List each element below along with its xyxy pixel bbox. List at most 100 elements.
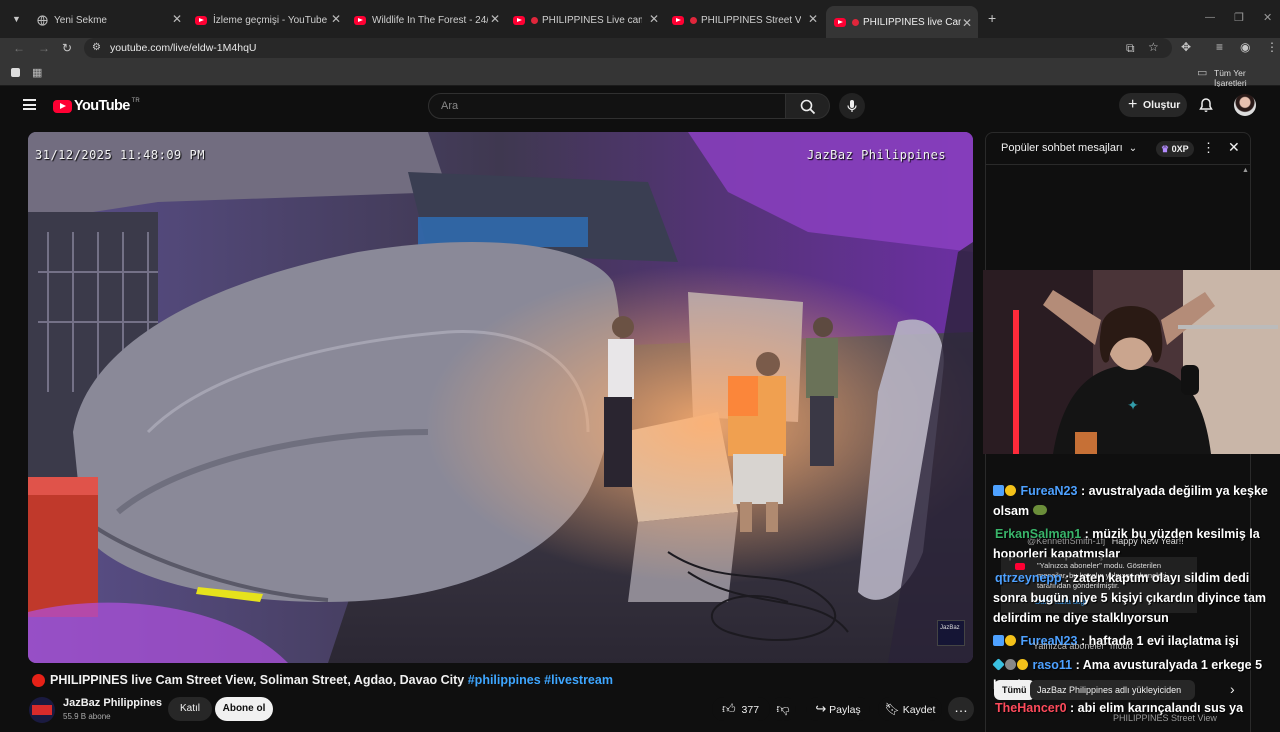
bookmark-star-icon[interactable]: ☆ <box>1148 41 1159 53</box>
tab-new-tab[interactable]: Yeni Sekme ✕ <box>36 8 182 32</box>
chat-author[interactable]: TheHancer0 <box>995 701 1067 715</box>
globe-icon <box>36 14 48 26</box>
site-info-icon[interactable]: ⚙ <box>92 38 101 58</box>
video-watermark: JazBaz Philippines <box>807 148 947 162</box>
chips-next-arrow-icon[interactable]: › <box>1230 681 1235 697</box>
tab-philippines-active[interactable]: PHILIPPINES live Cam Stree ✕ <box>826 6 978 38</box>
share-arrow-icon: ↪ <box>815 701 827 716</box>
more-actions-button[interactable]: … <box>948 697 974 721</box>
tab-label: PHILIPPINES Live camera Va <box>542 14 642 26</box>
address-bar[interactable]: ⚙ youtube.com/live/eldw-1M4hqU <box>84 38 1172 58</box>
tab-close-icon[interactable]: ✕ <box>962 16 972 30</box>
like-count: 377 <box>741 704 760 716</box>
tab-close-icon[interactable]: ✕ <box>331 12 341 26</box>
tab-history[interactable]: İzleme geçmişi - YouTube ✕ <box>195 8 341 32</box>
create-button[interactable]: + Oluştur <box>1119 93 1187 117</box>
back-arrow-icon[interactable]: ← <box>13 42 25 54</box>
browser-tab-strip: ▼ Yeni Sekme ✕ İzleme geçmişi - YouTube … <box>0 0 1280 38</box>
crown-icon: ♛ <box>1161 144 1170 154</box>
hamburger-menu-icon[interactable] <box>23 99 36 110</box>
recording-dot-icon <box>690 16 697 24</box>
video-timestamp: 31/12/2025 11:48:09 PM <box>35 148 205 162</box>
chat-close-icon[interactable]: ✕ <box>1228 139 1240 156</box>
region-code: TR <box>131 98 140 104</box>
tab-close-icon[interactable]: ✕ <box>649 12 659 26</box>
apps-square-icon[interactable] <box>11 68 20 77</box>
tab-close-icon[interactable]: ✕ <box>172 12 182 26</box>
media-controls-icon[interactable]: ≡ <box>1216 41 1223 53</box>
search-button[interactable] <box>786 93 830 119</box>
hashtag-link[interactable]: #livestream <box>544 673 613 687</box>
like-button[interactable]: 👍︎ 377 <box>712 697 770 721</box>
webcam-frame: ✦ <box>983 270 1280 454</box>
share-button[interactable]: ↪ Paylaş <box>806 697 870 721</box>
youtube-favicon-icon <box>354 15 366 25</box>
chat-mode-dropdown[interactable]: Popüler sohbet mesajları ⌄ <box>1001 142 1137 154</box>
tab-search-icon[interactable]: ▼ <box>12 13 21 25</box>
voice-search-button[interactable] <box>839 93 865 119</box>
minimize-icon[interactable]: — <box>1205 12 1215 24</box>
plus-icon: + <box>1128 96 1138 113</box>
video-player[interactable]: 31/12/2025 11:48:09 PM JazBaz Philippine… <box>28 132 973 663</box>
emote-icon <box>1032 505 1047 515</box>
scroll-up-arrow-icon[interactable]: ▲ <box>1242 167 1249 174</box>
window-close-icon[interactable]: ✕ <box>1263 12 1272 24</box>
recording-dot-icon <box>852 18 859 26</box>
chat-message: FureaN23 : avustralyada değilim ya keşke… <box>993 481 1277 521</box>
tab-label: İzleme geçmişi - YouTube <box>213 14 328 26</box>
tab-close-icon[interactable]: ✕ <box>808 12 818 26</box>
xp-badge[interactable]: ♛ 0XP <box>1156 141 1194 157</box>
svg-text:✦: ✦ <box>1127 398 1139 414</box>
forward-arrow-icon[interactable]: → <box>38 42 50 54</box>
tab-close-icon[interactable]: ✕ <box>490 12 500 26</box>
verified-badge-icon <box>993 635 1004 646</box>
tab-philippines-2[interactable]: PHILIPPINES Street View Liv ✕ <box>672 8 818 32</box>
chat-author[interactable]: qtrzeynepp <box>995 571 1062 585</box>
url-text: youtube.com/live/eldw-1M4hqU <box>110 42 257 54</box>
restore-icon[interactable]: ❐ <box>1234 12 1244 24</box>
live-indicator-icon <box>32 674 45 687</box>
tab-label: Wildlife In The Forest - 24/7 LIV <box>372 14 488 26</box>
youtube-favicon-icon <box>195 15 207 25</box>
chat-author[interactable]: FureaN23 <box>1020 484 1077 498</box>
bookmark-icon: 🔖︎ <box>884 702 900 716</box>
reload-icon[interactable]: ↻ <box>62 42 72 54</box>
bell-icon[interactable] <box>1198 97 1214 113</box>
join-button[interactable]: Katıl <box>168 697 212 721</box>
subscribe-button[interactable]: Abone ol <box>215 697 273 721</box>
tab-label: Yeni Sekme <box>54 14 107 26</box>
verified-badge-icon <box>993 485 1004 496</box>
sub-badge-icon <box>1017 659 1028 670</box>
search-input[interactable]: Ara <box>428 93 786 119</box>
channel-name[interactable]: JazBaz Philippines <box>63 697 162 709</box>
user-avatar[interactable] <box>1234 94 1256 116</box>
chat-author[interactable]: raso11 <box>1032 658 1072 672</box>
create-label: Oluştur <box>1143 99 1181 111</box>
chat-author[interactable]: ErkanSalman1 <box>995 527 1081 541</box>
channel-avatar[interactable] <box>29 697 55 723</box>
dislike-button[interactable]: 👎︎ <box>770 697 796 721</box>
install-app-icon[interactable]: ⧉ <box>1126 42 1135 54</box>
chat-menu-kebab-icon[interactable]: ⋮ <box>1202 140 1215 156</box>
all-bookmarks-link[interactable]: Tüm Yer İşaretleri <box>1214 68 1280 88</box>
channel-corner-logo: JazBaz <box>937 620 965 646</box>
chat-message: qtrzeynepp : zaten kaptım olayı sildim d… <box>993 568 1277 628</box>
menu-kebab-icon[interactable]: ⋮ <box>1266 41 1278 53</box>
profile-icon[interactable]: ◉ <box>1240 41 1250 53</box>
extensions-icon[interactable]: ✥ <box>1181 41 1191 53</box>
gem-badge-icon <box>992 658 1005 671</box>
chat-filter-chip-all[interactable]: Tümü <box>994 680 1035 700</box>
new-tab-plus-icon[interactable]: + <box>988 11 996 25</box>
microphone-icon <box>847 100 857 112</box>
thumbs-down-icon: 👎︎ <box>776 701 790 716</box>
thumbs-up-icon: 👍︎ <box>722 701 736 716</box>
save-button[interactable]: 🔖︎ Kaydet <box>878 697 942 721</box>
youtube-wordmark: YouTube <box>74 98 130 114</box>
tab-wildlife[interactable]: Wildlife In The Forest - 24/7 LIV ✕ <box>354 8 500 32</box>
youtube-logo[interactable]: YouTube TR <box>53 97 140 115</box>
apps-grid-icon[interactable]: ▦ <box>32 66 42 79</box>
hashtag-link[interactable]: #philippines <box>468 673 541 687</box>
bookmarks-bar: ▦ ▭ Tüm Yer İşaretleri <box>0 60 1280 88</box>
tab-philippines-1[interactable]: PHILIPPINES Live camera Va ✕ <box>513 8 659 32</box>
chat-filter-chip-uploader[interactable]: JazBaz Philippines adlı yükleyiciden <box>1030 680 1195 700</box>
